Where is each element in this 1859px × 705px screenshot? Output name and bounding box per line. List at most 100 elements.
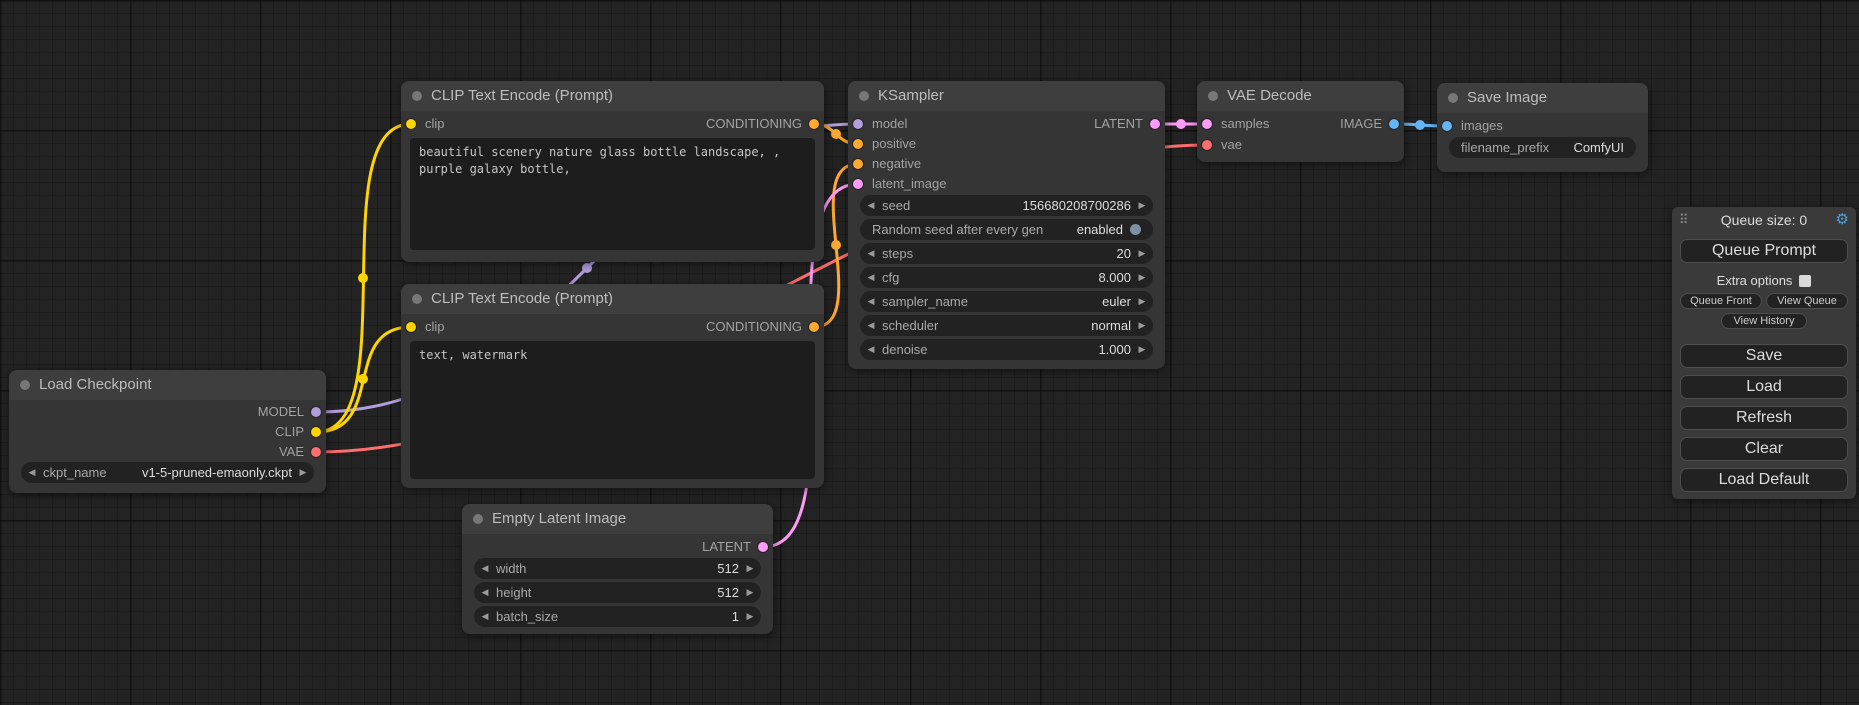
model-output-port[interactable]: [311, 407, 321, 417]
node-graph-canvas[interactable]: Load Checkpoint MODEL CLIP VAE ◀ ckpt_na…: [0, 0, 1859, 705]
save-image-title-bar[interactable]: Save Image: [1437, 83, 1648, 113]
latent-image-input-port[interactable]: [853, 179, 863, 189]
collapse-dot-icon[interactable]: [473, 514, 483, 524]
increment-arrow-icon[interactable]: ▶: [1131, 315, 1153, 336]
queue-prompt-button[interactable]: Queue Prompt: [1680, 239, 1848, 263]
widget-label: steps: [882, 246, 913, 261]
save-button[interactable]: Save: [1680, 344, 1848, 368]
increment-arrow-icon[interactable]: ▶: [1131, 243, 1153, 264]
ksampler-title-bar[interactable]: KSampler: [848, 81, 1165, 111]
node-load-checkpoint[interactable]: Load Checkpoint MODEL CLIP VAE ◀ ckpt_na…: [9, 370, 326, 493]
input-label-vae: vae: [1221, 135, 1242, 155]
link-dot-image: [1415, 120, 1425, 130]
input-label-latent-image: latent_image: [872, 174, 946, 194]
steps-widget[interactable]: ◀ steps 20 ▶: [860, 243, 1153, 264]
negative-input-port[interactable]: [853, 159, 863, 169]
clip-input-port[interactable]: [406, 119, 416, 129]
load-default-button[interactable]: Load Default: [1680, 468, 1848, 492]
toggle-dot-icon[interactable]: [1130, 224, 1141, 235]
vae-decode-title-bar[interactable]: VAE Decode: [1197, 81, 1404, 111]
vae-output-port[interactable]: [311, 447, 321, 457]
clip-input-port[interactable]: [406, 322, 416, 332]
clear-button[interactable]: Clear: [1680, 437, 1848, 461]
increment-arrow-icon[interactable]: ▶: [739, 558, 761, 579]
filename-prefix-widget[interactable]: filename_prefix ComfyUI: [1449, 137, 1636, 158]
increment-arrow-icon[interactable]: ▶: [1131, 195, 1153, 216]
image-output-port[interactable]: [1389, 119, 1399, 129]
increment-arrow-icon[interactable]: ▶: [1131, 291, 1153, 312]
model-input-port[interactable]: [853, 119, 863, 129]
negative-prompt-textarea[interactable]: text, watermark: [410, 341, 815, 479]
node-empty-latent-image[interactable]: Empty Latent Image LATENT ◀ width 512 ▶ …: [462, 504, 773, 634]
node-clip-text-encode-negative[interactable]: CLIP Text Encode (Prompt) clip CONDITION…: [401, 284, 824, 488]
collapse-dot-icon[interactable]: [20, 380, 30, 390]
samples-input-port[interactable]: [1202, 119, 1212, 129]
conditioning-output-port[interactable]: [809, 322, 819, 332]
increment-arrow-icon[interactable]: ▶: [1131, 267, 1153, 288]
seed-widget[interactable]: ◀ seed 156680208700286 ▶: [860, 195, 1153, 216]
clip-encode-positive-title-bar[interactable]: CLIP Text Encode (Prompt): [401, 81, 824, 111]
ckpt-name-widget[interactable]: ◀ ckpt_name v1-5-pruned-emaonly.ckpt ▶: [21, 462, 314, 483]
widget-label: height: [496, 585, 531, 600]
clip-output-port[interactable]: [311, 427, 321, 437]
positive-input-port[interactable]: [853, 139, 863, 149]
view-history-button[interactable]: View History: [1721, 313, 1807, 329]
cfg-widget[interactable]: ◀ cfg 8.000 ▶: [860, 267, 1153, 288]
vae-input-port[interactable]: [1202, 140, 1212, 150]
node-clip-text-encode-positive[interactable]: CLIP Text Encode (Prompt) clip CONDITION…: [401, 81, 824, 262]
collapse-dot-icon[interactable]: [412, 91, 422, 101]
latent-output-port[interactable]: [758, 542, 768, 552]
refresh-button[interactable]: Refresh: [1680, 406, 1848, 430]
collapse-dot-icon[interactable]: [1448, 93, 1458, 103]
decrement-arrow-icon[interactable]: ◀: [860, 243, 882, 264]
sampler-name-widget[interactable]: ◀ sampler_name euler ▶: [860, 291, 1153, 312]
node-save-image[interactable]: Save Image images filename_prefix ComfyU…: [1437, 83, 1648, 172]
extra-options-checkbox[interactable]: [1799, 275, 1811, 287]
queue-front-button[interactable]: Queue Front: [1680, 293, 1762, 309]
view-queue-button[interactable]: View Queue: [1766, 293, 1848, 309]
collapse-dot-icon[interactable]: [859, 91, 869, 101]
decrement-arrow-icon[interactable]: ◀: [474, 606, 496, 627]
batch-size-widget[interactable]: ◀ batch_size 1 ▶: [474, 606, 761, 627]
link-dot-negative: [831, 240, 841, 250]
load-checkpoint-title-bar[interactable]: Load Checkpoint: [9, 370, 326, 400]
widget-value: euler: [1102, 294, 1131, 309]
node-title: VAE Decode: [1227, 87, 1312, 104]
increment-arrow-icon[interactable]: ▶: [739, 606, 761, 627]
width-widget[interactable]: ◀ width 512 ▶: [474, 558, 761, 579]
widget-value: 156680208700286: [1023, 198, 1131, 213]
node-title: KSampler: [878, 87, 944, 104]
load-button[interactable]: Load: [1680, 375, 1848, 399]
decrement-arrow-icon[interactable]: ◀: [860, 267, 882, 288]
collapse-dot-icon[interactable]: [1208, 91, 1218, 101]
node-ksampler[interactable]: KSampler model positive negative latent_…: [848, 81, 1165, 369]
positive-prompt-textarea[interactable]: beautiful scenery nature glass bottle la…: [410, 138, 815, 250]
random-seed-toggle-widget[interactable]: Random seed after every gen enabled: [860, 219, 1153, 240]
widget-label: Random seed after every gen: [872, 222, 1043, 237]
increment-arrow-icon[interactable]: ▶: [292, 462, 314, 483]
empty-latent-title-bar[interactable]: Empty Latent Image: [462, 504, 773, 534]
latent-output-port[interactable]: [1150, 119, 1160, 129]
node-vae-decode[interactable]: VAE Decode samples vae IMAGE: [1197, 81, 1404, 162]
conditioning-output-port[interactable]: [809, 119, 819, 129]
increment-arrow-icon[interactable]: ▶: [739, 582, 761, 603]
decrement-arrow-icon[interactable]: ◀: [860, 315, 882, 336]
widget-value: v1-5-pruned-emaonly.ckpt: [142, 465, 292, 480]
input-label-images: images: [1461, 116, 1503, 136]
widget-label: seed: [882, 198, 910, 213]
images-input-port[interactable]: [1442, 121, 1452, 131]
increment-arrow-icon[interactable]: ▶: [1131, 339, 1153, 360]
scheduler-widget[interactable]: ◀ scheduler normal ▶: [860, 315, 1153, 336]
decrement-arrow-icon[interactable]: ◀: [860, 195, 882, 216]
denoise-widget[interactable]: ◀ denoise 1.000 ▶: [860, 339, 1153, 360]
clip-encode-negative-title-bar[interactable]: CLIP Text Encode (Prompt): [401, 284, 824, 314]
decrement-arrow-icon[interactable]: ◀: [21, 462, 43, 483]
widget-value: 1: [732, 609, 739, 624]
settings-gear-icon[interactable]: ⚙: [1836, 211, 1849, 229]
height-widget[interactable]: ◀ height 512 ▶: [474, 582, 761, 603]
decrement-arrow-icon[interactable]: ◀: [474, 582, 496, 603]
decrement-arrow-icon[interactable]: ◀: [474, 558, 496, 579]
decrement-arrow-icon[interactable]: ◀: [860, 291, 882, 312]
collapse-dot-icon[interactable]: [412, 294, 422, 304]
decrement-arrow-icon[interactable]: ◀: [860, 339, 882, 360]
